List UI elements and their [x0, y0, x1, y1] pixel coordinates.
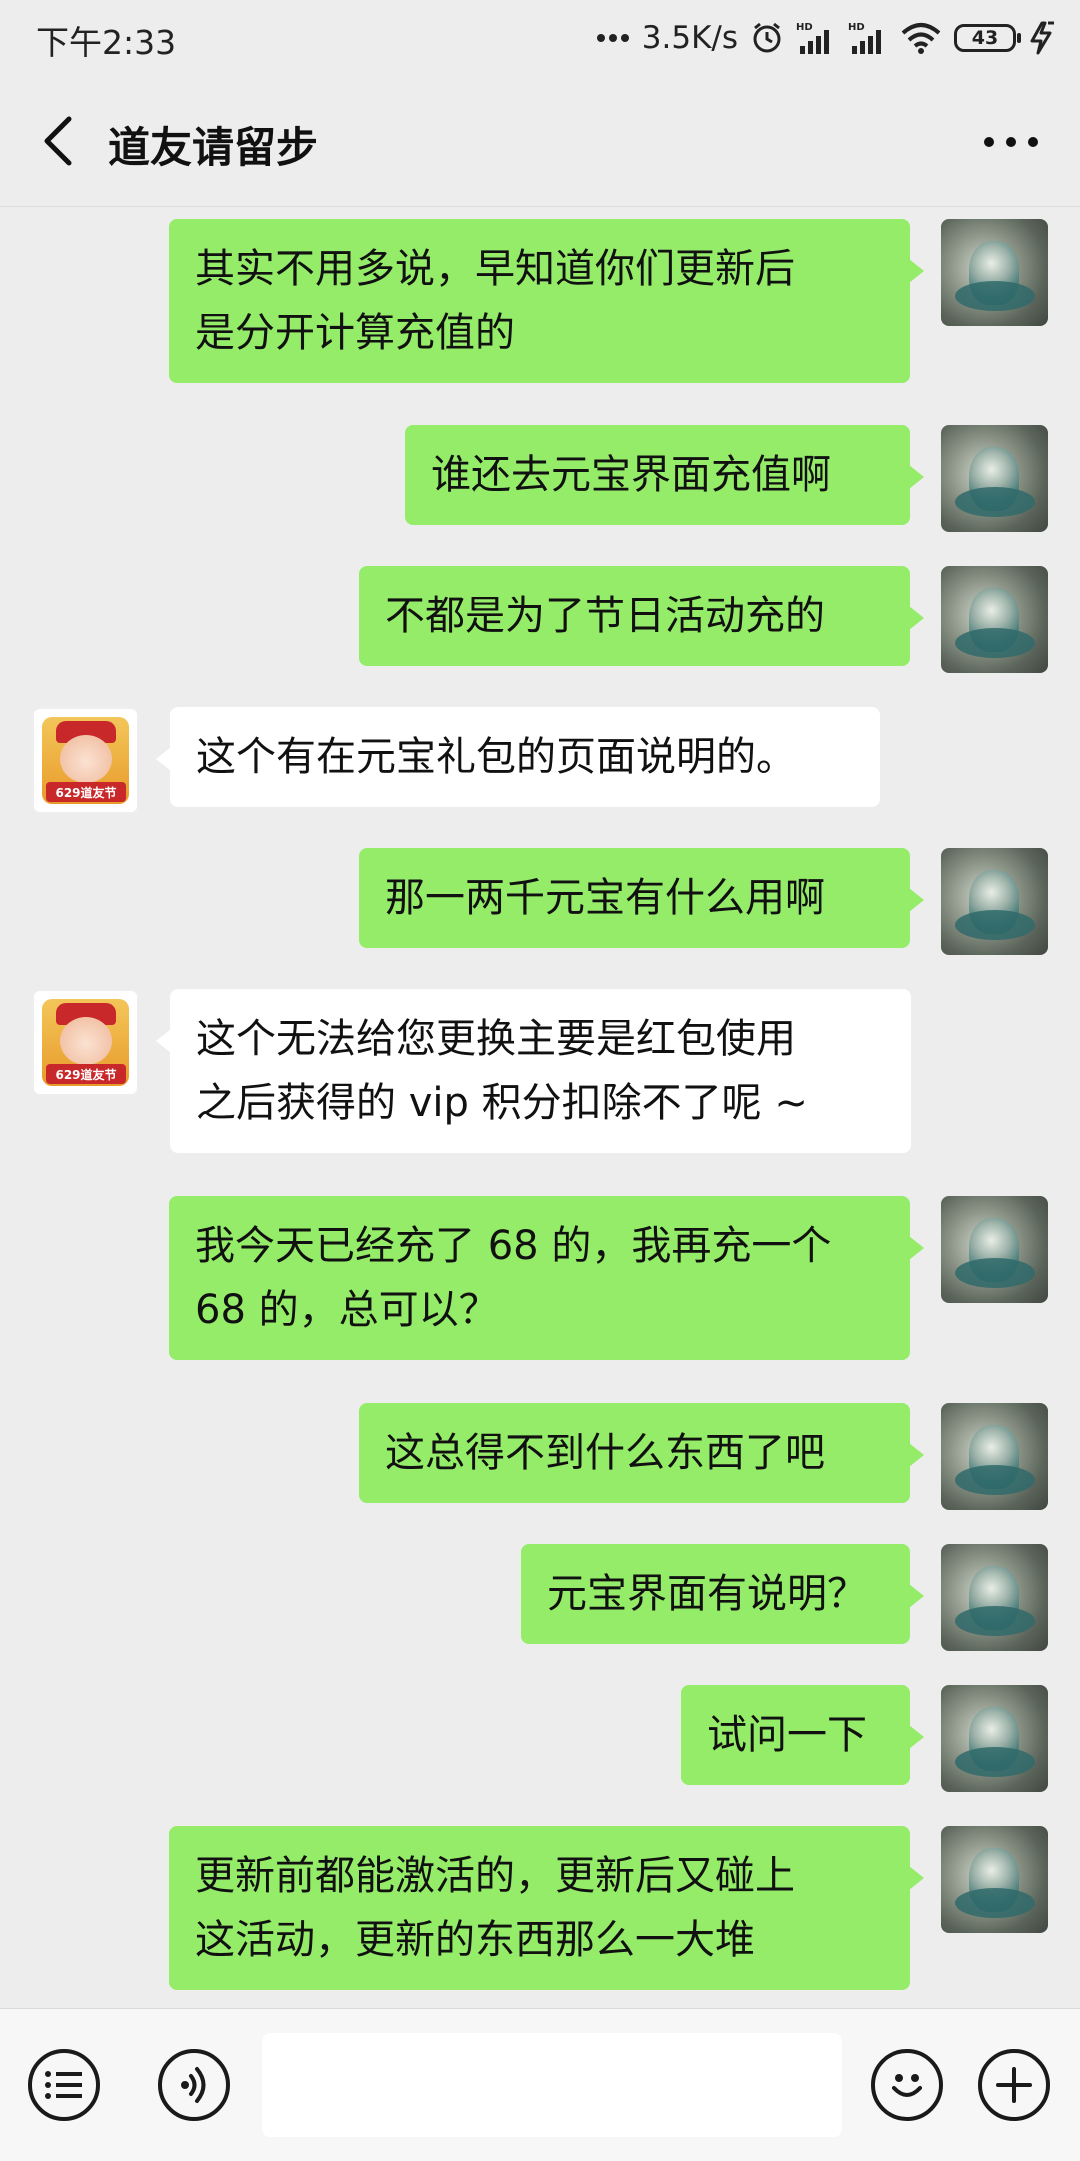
message-row: 试问一下 [0, 1679, 1080, 1792]
avatar-self[interactable] [941, 1196, 1048, 1303]
message-bubble-self[interactable]: 这总得不到什么东西了吧 [359, 1403, 924, 1503]
avatar-other[interactable]: 629道友节 [32, 707, 139, 814]
message-bubble-self[interactable]: 更新前都能激活的，更新后又碰上 这活动，更新的东西那么一大堆 [169, 1826, 924, 1990]
battery-level: 43 [971, 27, 999, 49]
message-row: 其实不用多说，早知道你们更新后 是分开计算充值的 [0, 213, 1080, 389]
avatar-self[interactable] [941, 1826, 1048, 1933]
svg-text:HD: HD [848, 22, 865, 33]
battery-icon: 43 [954, 24, 1021, 52]
plus-icon [996, 2067, 1032, 2103]
message-bubble-self[interactable]: 不都是为了节日活动充的 [359, 566, 924, 666]
more-options-button[interactable] [976, 114, 1046, 170]
message-bubble-self[interactable]: 试问一下 [681, 1685, 924, 1785]
avatar-badge: 629道友节 [46, 782, 126, 802]
avatar-self[interactable] [941, 219, 1048, 326]
message-bubble-other[interactable]: 这个无法给您更换主要是红包使用 之后获得的 vip 积分扣除不了呢 ~ [156, 989, 911, 1153]
signal-icon-2: HD [848, 20, 888, 56]
menu-button[interactable] [28, 2049, 100, 2121]
message-bubble-self[interactable]: 元宝界面有说明？ [521, 1544, 924, 1644]
message-row: 629道友节 这个无法给您更换主要是红包使用 之后获得的 vip 积分扣除不了呢… [0, 983, 1080, 1159]
avatar-self[interactable] [941, 1403, 1048, 1510]
message-row: 那一两千元宝有什么用啊 [0, 842, 1080, 955]
back-button[interactable] [28, 110, 88, 172]
message-row: 更新前都能激活的，更新后又碰上 这活动，更新的东西那么一大堆 [0, 1820, 1080, 1996]
status-icons: 3.5K/s HD HD 43 [596, 12, 1058, 64]
message-bubble-self[interactable]: 那一两千元宝有什么用啊 [359, 848, 924, 948]
more-horizontal-icon [984, 137, 1038, 147]
status-time: 下午2:33 [36, 23, 177, 62]
avatar-image-detail [955, 487, 1035, 517]
avatar-image-detail [955, 628, 1035, 658]
avatar-image-detail [955, 1747, 1035, 1777]
message-bubble-self[interactable]: 其实不用多说，早知道你们更新后 是分开计算充值的 [169, 219, 924, 383]
add-button[interactable] [978, 2049, 1050, 2121]
alarm-icon [750, 21, 784, 55]
avatar-self[interactable] [941, 1685, 1048, 1792]
message-row: 我今天已经充了 68 的，我再充一个 68 的，总可以？ [0, 1190, 1080, 1366]
message-row: 这总得不到什么东西了吧 [0, 1397, 1080, 1510]
svg-text:HD: HD [796, 22, 813, 33]
avatar-self[interactable] [941, 1544, 1048, 1651]
avatar-image-detail [955, 1465, 1035, 1495]
chat-title: 道友请留步 [108, 123, 319, 172]
status-bar: 下午2:33 3.5K/s HD HD 43 [0, 0, 1080, 76]
signal-icon-1: HD [796, 20, 836, 56]
avatar-image-detail [955, 1258, 1035, 1288]
avatar-other[interactable]: 629道友节 [32, 989, 139, 1096]
avatar-self[interactable] [941, 566, 1048, 673]
input-bar [0, 2008, 1080, 2161]
network-speed: 3.5K/s [641, 20, 738, 56]
list-icon [45, 2071, 82, 2099]
message-bubble-self[interactable]: 谁还去元宝界面充值啊 [405, 425, 924, 525]
voice-icon [181, 2067, 206, 2103]
message-row: 629道友节 这个有在元宝礼包的页面说明的。 [0, 701, 1080, 814]
avatar-image-detail [955, 281, 1035, 311]
avatar-image-detail [955, 1888, 1035, 1918]
message-list[interactable]: 其实不用多说，早知道你们更新后 是分开计算充值的 谁还去元宝界面充值啊 不都是为… [0, 207, 1080, 2007]
chevron-left-icon [44, 116, 72, 166]
more-dots-icon [596, 33, 630, 43]
wifi-icon [900, 22, 942, 54]
message-input[interactable] [262, 2033, 842, 2137]
emoji-button[interactable] [871, 2049, 943, 2121]
avatar-image-detail [955, 1606, 1035, 1636]
message-row: 元宝界面有说明？ [0, 1538, 1080, 1651]
avatar-self[interactable] [941, 848, 1048, 955]
avatar-image-detail [955, 910, 1035, 940]
message-row: 不都是为了节日活动充的 [0, 560, 1080, 673]
smile-icon [892, 2074, 922, 2097]
avatar-badge: 629道友节 [46, 1064, 126, 1084]
voice-button[interactable] [158, 2049, 230, 2121]
message-bubble-other[interactable]: 这个有在元宝礼包的页面说明的。 [156, 707, 880, 807]
avatar-self[interactable] [941, 425, 1048, 532]
chat-header: 道友请留步 [0, 76, 1080, 207]
avatar-face [60, 1017, 112, 1065]
avatar-face [60, 735, 112, 783]
charging-icon [1028, 21, 1058, 55]
message-row: 谁还去元宝界面充值啊 [0, 419, 1080, 532]
message-bubble-self[interactable]: 我今天已经充了 68 的，我再充一个 68 的，总可以？ [169, 1196, 924, 1360]
